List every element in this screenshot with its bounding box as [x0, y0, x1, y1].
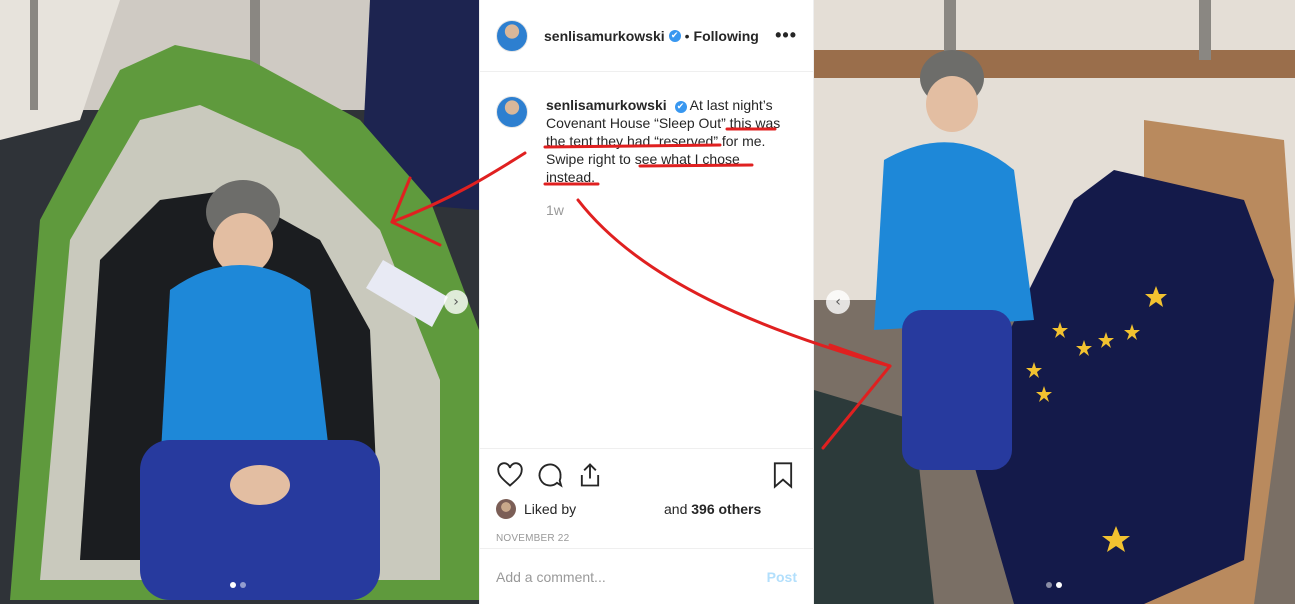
- heart-icon[interactable]: [496, 461, 524, 489]
- carousel-dot: [230, 582, 236, 588]
- carousel-dot: [1056, 582, 1062, 588]
- carousel-dot: [240, 582, 246, 588]
- post-photo-left[interactable]: ›: [0, 0, 479, 604]
- caption-text: senlisamurkowski ✔ At last night’s Coven…: [546, 96, 786, 186]
- carousel-next-button[interactable]: ›: [444, 290, 468, 314]
- chevron-right-icon: ›: [453, 294, 459, 310]
- following-button[interactable]: Following: [694, 28, 759, 44]
- post-timestamp[interactable]: 1w: [546, 202, 786, 218]
- post-comment-button[interactable]: Post: [767, 569, 797, 585]
- post-photo-right[interactable]: ‹: [814, 0, 1295, 604]
- liker-avatar[interactable]: [496, 499, 516, 519]
- caption-avatar[interactable]: [496, 96, 528, 128]
- verified-badge-icon: ✔: [668, 29, 681, 42]
- caption-username[interactable]: senlisamurkowski: [546, 97, 667, 113]
- caption-body: senlisamurkowski ✔ At last night’s Coven…: [546, 96, 786, 218]
- carousel-prev-button[interactable]: ‹: [826, 290, 850, 314]
- comment-input[interactable]: [496, 568, 767, 585]
- flag-photo-image: [814, 0, 1295, 604]
- share-icon[interactable]: [576, 461, 604, 489]
- likes-others[interactable]: 396 others: [691, 501, 761, 517]
- likes-and: and: [664, 501, 688, 517]
- more-options-icon[interactable]: •••: [775, 25, 797, 46]
- avatar[interactable]: [496, 19, 528, 52]
- carousel-dots-left: [230, 582, 246, 588]
- post-header: senlisamurkowski ✔ • Following •••: [480, 0, 813, 72]
- action-row: [496, 459, 797, 491]
- post-actions: Liked by and 396 others NOVEMBER 22: [480, 448, 813, 544]
- tent-photo-image: [0, 0, 479, 604]
- likes-row: Liked by and 396 others: [496, 499, 797, 519]
- comment-icon[interactable]: [536, 461, 564, 489]
- carousel-dot: [1046, 582, 1052, 588]
- comment-box: Post: [480, 548, 813, 604]
- verified-badge-icon: ✔: [674, 101, 687, 113]
- header-separator: •: [684, 27, 690, 44]
- likes-count[interactable]: and 396 others: [664, 501, 761, 517]
- post-date: NOVEMBER 22: [496, 533, 570, 544]
- header-username[interactable]: senlisamurkowski: [544, 28, 665, 44]
- post-panel: senlisamurkowski ✔ • Following ••• senli…: [479, 0, 814, 604]
- carousel-dots-right: [1046, 582, 1062, 588]
- chevron-left-icon: ‹: [835, 294, 841, 310]
- liked-by-label: Liked by: [524, 501, 577, 517]
- screenshot-root: › senlisamurkowski ✔ • Following ••• sen…: [0, 0, 1295, 604]
- bookmark-icon[interactable]: [769, 461, 797, 489]
- caption-area: senlisamurkowski ✔ At last night’s Coven…: [480, 72, 813, 218]
